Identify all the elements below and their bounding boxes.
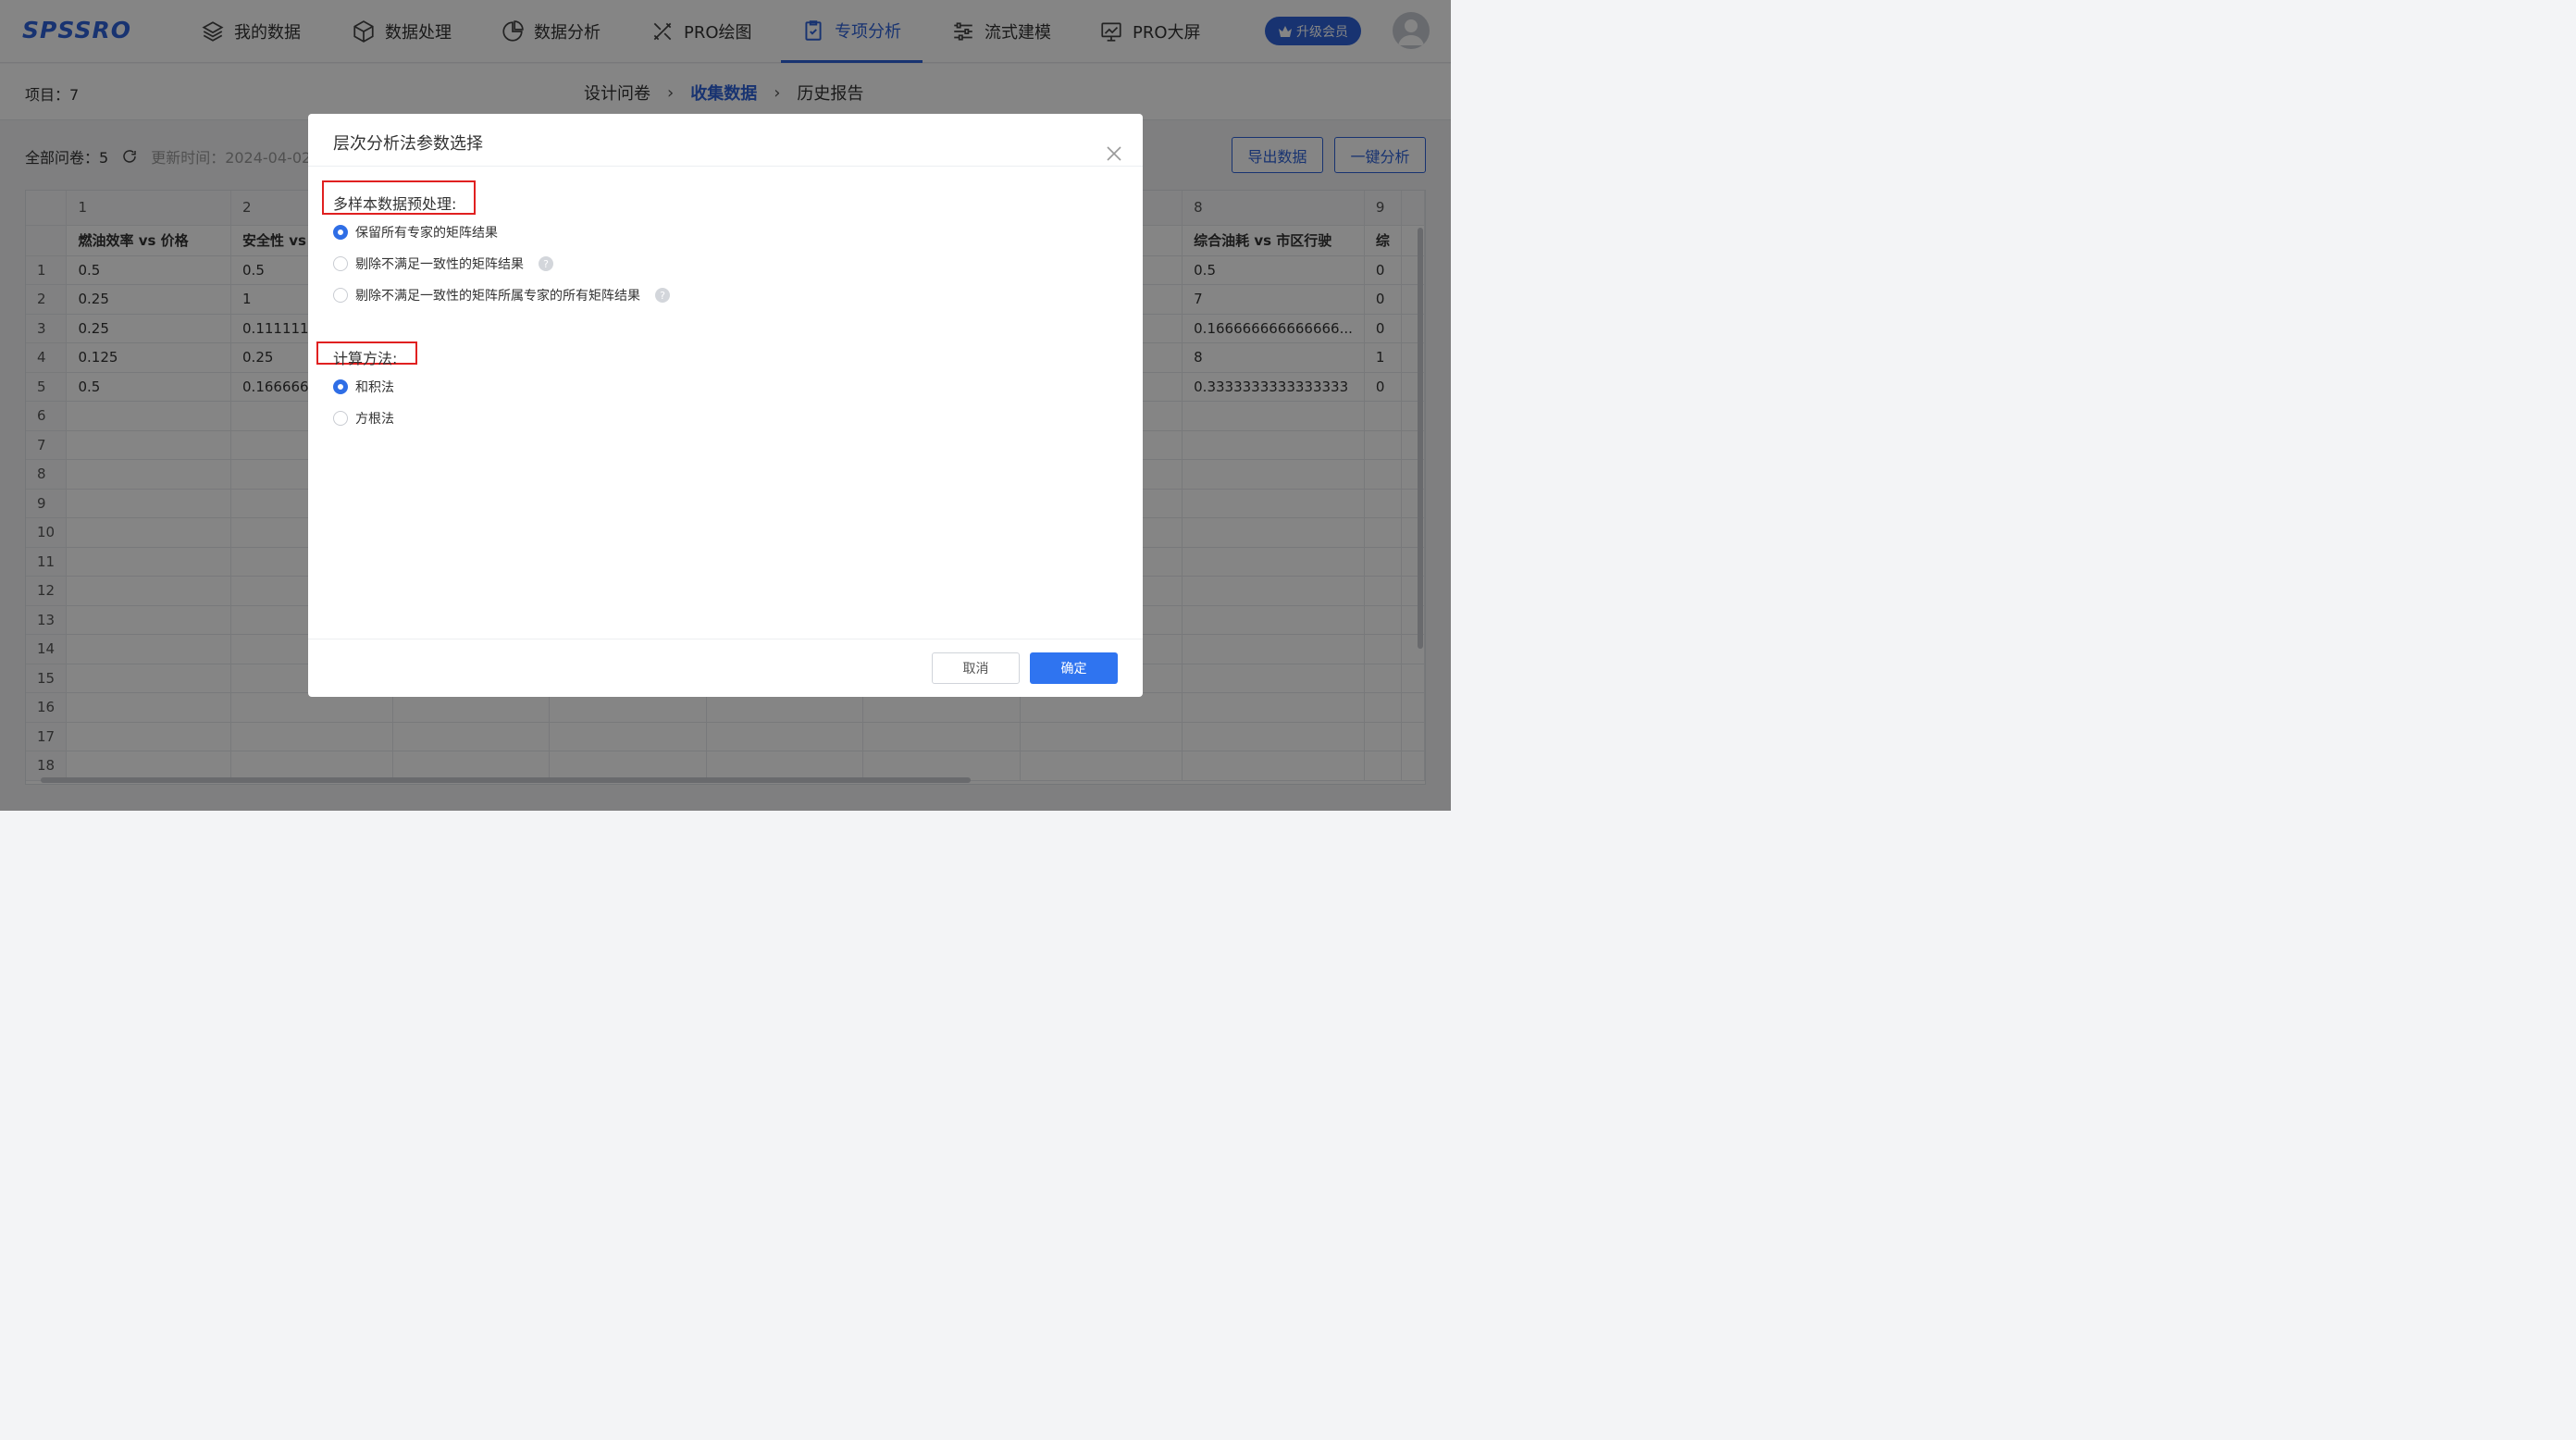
- cancel-button[interactable]: 取消: [932, 652, 1020, 684]
- confirm-button[interactable]: 确定: [1030, 652, 1118, 684]
- calc-method-label: 计算方法:: [333, 350, 398, 367]
- option-label: 和积法: [355, 380, 394, 395]
- radio-sum-product[interactable]: 和积法: [333, 378, 394, 396]
- close-icon[interactable]: [1106, 145, 1122, 162]
- divider: [308, 166, 1143, 167]
- radio-button[interactable]: [333, 288, 348, 303]
- help-icon[interactable]: ?: [539, 256, 553, 271]
- dialog-title: 层次分析法参数选择: [333, 134, 483, 154]
- option-label: 保留所有专家的矩阵结果: [355, 226, 498, 241]
- ahp-params-dialog: 层次分析法参数选择 多样本数据预处理: 保留所有专家的矩阵结果 剔除不满足一致性…: [308, 114, 1143, 697]
- option-label: 剔除不满足一致性的矩阵所属专家的所有矩阵结果: [355, 289, 640, 304]
- help-icon[interactable]: ?: [655, 288, 670, 303]
- radio-button[interactable]: [333, 225, 348, 240]
- radio-button[interactable]: [333, 411, 348, 426]
- radio-button[interactable]: [333, 379, 348, 394]
- radio-remove-inconsistent-matrix[interactable]: 剔除不满足一致性的矩阵结果 ?: [333, 254, 553, 273]
- radio-square-root[interactable]: 方根法: [333, 409, 394, 428]
- radio-button[interactable]: [333, 256, 348, 271]
- radio-remove-inconsistent-expert[interactable]: 剔除不满足一致性的矩阵所属专家的所有矩阵结果 ?: [333, 286, 670, 304]
- radio-keep-all[interactable]: 保留所有专家的矩阵结果: [333, 223, 498, 242]
- option-label: 剔除不满足一致性的矩阵结果: [355, 257, 524, 272]
- option-label: 方根法: [355, 412, 394, 427]
- preprocess-label: 多样本数据预处理:: [333, 195, 457, 213]
